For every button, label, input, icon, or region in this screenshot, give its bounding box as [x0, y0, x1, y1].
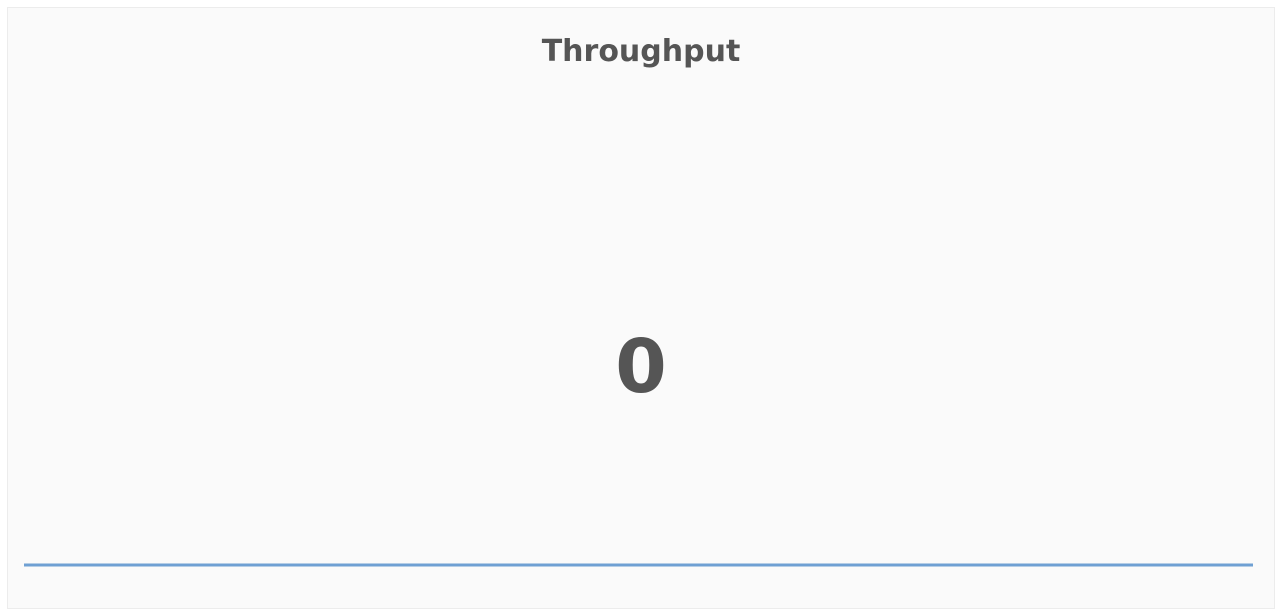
panel-title[interactable]: Throughput — [8, 34, 1274, 70]
sparkline — [24, 563, 1253, 567]
throughput-panel[interactable]: Throughput 0 — [7, 7, 1275, 609]
stat-value: 0 — [615, 324, 667, 410]
